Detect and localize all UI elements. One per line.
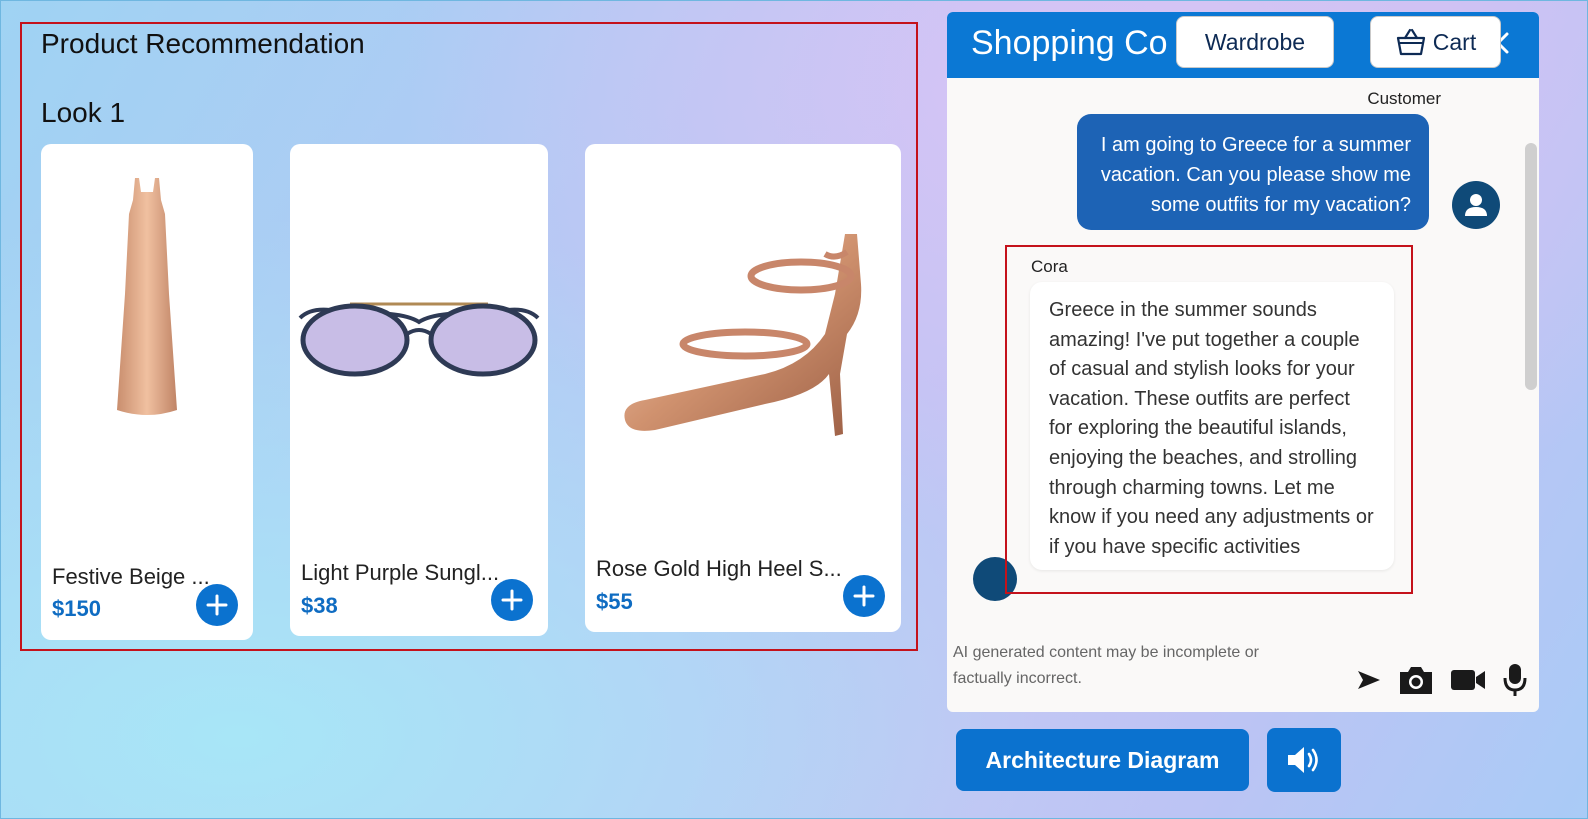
shopping-chat-window: Shopping Co Customer I am going to Greec…: [947, 12, 1539, 712]
customer-label: Customer: [1367, 89, 1441, 108]
message-line: vacation. Can you please show me: [1100, 164, 1411, 186]
message-line: some outfits for my vacation?: [1150, 194, 1411, 216]
cart-button[interactable]: Cart: [1370, 16, 1501, 68]
product-price: $150: [52, 596, 101, 621]
send-icon[interactable]: [1355, 666, 1383, 694]
look-title: Look 1: [41, 97, 126, 128]
assistant-label: Cora: [1031, 257, 1068, 276]
speaker-icon: [1288, 747, 1318, 773]
speaker-button[interactable]: [1267, 728, 1341, 792]
product-price: $38: [301, 593, 338, 618]
message-line: I am going to Greece for a summer: [1100, 134, 1411, 156]
product-name: Rose Gold High Heel S...: [596, 556, 842, 581]
microphone-icon[interactable]: [1501, 662, 1529, 698]
rose-gold-heel-image: [585, 224, 901, 454]
beige-dress-image: [41, 174, 253, 424]
purple-sunglasses-image: [290, 294, 548, 394]
recommendation-title: Product Recommendation: [41, 28, 365, 59]
plus-icon: [206, 594, 228, 616]
product-price: $55: [596, 589, 633, 614]
ai-disclaimer: AI generated content may be incomplete o…: [953, 644, 1259, 687]
assistant-message: Greece in the summer sounds amazing! I'v…: [1030, 282, 1394, 570]
cart-label: Cart: [1432, 28, 1477, 55]
person-icon: [1465, 194, 1487, 216]
add-to-cart-button[interactable]: [196, 584, 238, 626]
camera-icon[interactable]: [1397, 663, 1435, 697]
add-to-cart-button[interactable]: [491, 579, 533, 621]
shopping-basket-icon: [1396, 28, 1425, 56]
product-name: Light Purple Sungl...: [301, 560, 500, 585]
user-avatar: [1452, 181, 1500, 229]
product-card-dress[interactable]: Festive Beige ... $150: [41, 144, 253, 640]
product-name: Festive Beige ...: [52, 564, 210, 589]
product-card-heels[interactable]: Rose Gold High Heel S... $55: [585, 144, 901, 632]
chat-scrollbar[interactable]: [1525, 143, 1537, 390]
assistant-avatar: [973, 557, 1017, 601]
product-card-sunglasses[interactable]: Light Purple Sungl... $38: [290, 144, 548, 636]
customer-message: I am going to Greece for a summer vacati…: [1077, 114, 1429, 230]
plus-icon: [501, 589, 523, 611]
video-icon[interactable]: [1449, 666, 1487, 694]
wardrobe-button[interactable]: Wardrobe: [1176, 16, 1334, 68]
product-recommendation-panel: Product Recommendation Look 1 Festive Be…: [20, 22, 918, 651]
chat-title: Shopping Co: [971, 24, 1168, 62]
plus-icon: [853, 585, 875, 607]
add-to-cart-button[interactable]: [843, 575, 885, 617]
input-toolbar: [1355, 662, 1529, 698]
architecture-diagram-button[interactable]: Architecture Diagram: [956, 729, 1249, 791]
